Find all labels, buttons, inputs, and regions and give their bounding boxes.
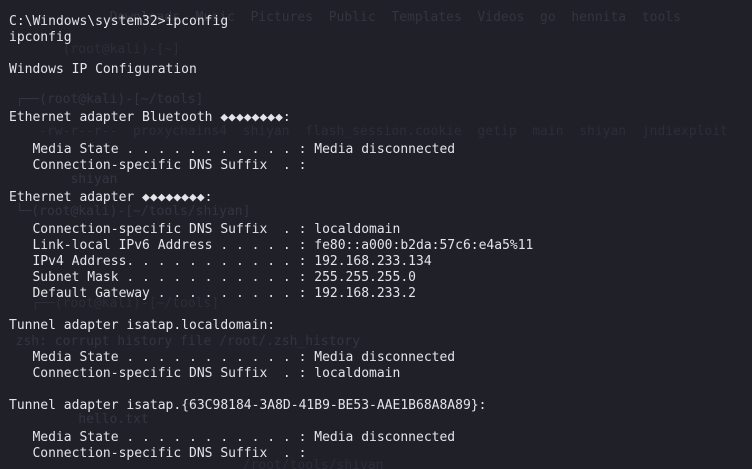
config-line: Media State . . . . . . . . . . . : Medi… — [9, 430, 456, 445]
config-line: Connection-specific DNS Suffix . : — [9, 158, 307, 173]
output-heading: Windows IP Configuration — [9, 62, 197, 77]
adapter-heading: Ethernet adapter ◆◆◆◆◆◆◆◆: — [9, 190, 213, 205]
config-line: Link-local IPv6 Address . . . . . : fe80… — [9, 238, 534, 253]
terminal-window[interactable]: Downloads Music Pictures Public Template… — [0, 0, 752, 469]
config-line: Connection-specific DNS Suffix . : local… — [9, 222, 401, 237]
config-line: Subnet Mask . . . . . . . . . . . : 255.… — [9, 270, 416, 285]
config-line: Media State . . . . . . . . . . . : Medi… — [9, 142, 456, 157]
adapter-heading: Tunnel adapter isatap.{63C98184-3A8D-41B… — [9, 398, 487, 413]
adapter-heading: Ethernet adapter Bluetooth ◆◆◆◆◆◆◆◆: — [9, 110, 291, 125]
config-line: Connection-specific DNS Suffix . : local… — [9, 366, 401, 381]
adapter-heading: Tunnel adapter isatap.localdomain: — [9, 318, 276, 333]
echoed-command: ipconfig — [9, 30, 72, 45]
config-line: Default Gateway . . . . . . . . . : 192.… — [9, 286, 416, 301]
ipconfig-output: C:\Windows\system32>ipconfig ipconfig Wind… — [9, 14, 533, 462]
prompt-line: C:\Windows\system32>ipconfig — [9, 14, 229, 29]
config-line: IPv4 Address. . . . . . . . . . . : 192.… — [9, 254, 432, 269]
config-line: Connection-specific DNS Suffix . : — [9, 446, 307, 461]
config-line: Media State . . . . . . . . . . . : Medi… — [9, 350, 456, 365]
